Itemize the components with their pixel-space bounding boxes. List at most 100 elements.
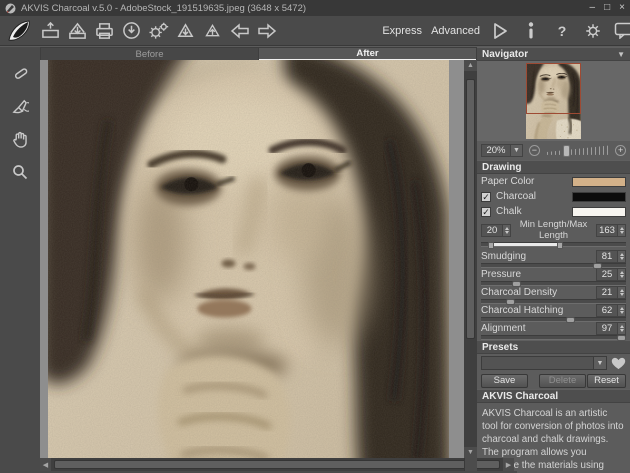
spinner-arrows-icon[interactable] bbox=[617, 251, 625, 262]
delete-button[interactable]: Delete bbox=[539, 374, 586, 388]
alignment-label: Alignment bbox=[481, 323, 525, 334]
smudging-slider-thumb[interactable] bbox=[593, 263, 602, 269]
navigator-header: Navigator ▼ bbox=[477, 47, 630, 61]
min-length-thumb[interactable] bbox=[488, 242, 494, 249]
chalk-color-swatch[interactable] bbox=[572, 207, 626, 217]
smudging-control: Smudging 81 bbox=[477, 250, 630, 268]
save-image-icon[interactable] bbox=[64, 19, 91, 43]
alignment-slider[interactable] bbox=[481, 335, 626, 340]
express-mode-link[interactable]: Express bbox=[382, 25, 422, 37]
smudging-spinner[interactable]: 81 bbox=[596, 250, 626, 263]
hand-tool-icon[interactable] bbox=[7, 127, 33, 151]
tools-sidebar bbox=[0, 47, 40, 473]
feedback-icon[interactable] bbox=[613, 19, 630, 43]
chalk-checkbox[interactable] bbox=[481, 207, 491, 217]
akvis-pencil-logo bbox=[3, 17, 35, 45]
vertical-scrollbar[interactable]: ▲ ▼ bbox=[464, 60, 477, 458]
redo-icon[interactable] bbox=[253, 19, 280, 43]
paper-color-swatch[interactable] bbox=[572, 177, 626, 187]
charcoal-hatching-control: Charcoal Hatching 62 bbox=[477, 304, 630, 322]
length-label: Min Length/Max Length bbox=[513, 219, 594, 241]
scroll-left-icon[interactable]: ◀ bbox=[40, 458, 51, 471]
image-canvas[interactable] bbox=[40, 60, 464, 458]
pressure-spinner[interactable]: 25 bbox=[596, 268, 626, 281]
chalk-row: Chalk bbox=[477, 204, 630, 219]
post-image-icon[interactable] bbox=[118, 19, 145, 43]
spinner-arrows-icon[interactable] bbox=[617, 305, 625, 316]
max-length-thumb[interactable] bbox=[557, 242, 563, 249]
favorite-heart-icon[interactable] bbox=[610, 356, 626, 370]
scrollbar-corner bbox=[464, 458, 477, 471]
scroll-right-icon[interactable]: ▶ bbox=[503, 458, 514, 471]
alignment-spinner[interactable]: 97 bbox=[596, 322, 626, 335]
charcoal-color-swatch[interactable] bbox=[572, 192, 626, 202]
charcoal-density-slider-thumb[interactable] bbox=[506, 299, 515, 305]
paper-color-label: Paper Color bbox=[481, 176, 534, 187]
pressure-slider-thumb[interactable] bbox=[512, 281, 521, 287]
preferences-gear-icon[interactable] bbox=[582, 19, 604, 43]
spinner-arrows-icon[interactable] bbox=[617, 225, 625, 236]
navigator-preview bbox=[477, 61, 630, 141]
charcoal-hatching-spinner[interactable]: 62 bbox=[596, 304, 626, 317]
smudging-slider[interactable] bbox=[481, 263, 626, 268]
run-icon[interactable] bbox=[489, 19, 511, 43]
reset-button[interactable]: Reset bbox=[587, 374, 626, 388]
charcoal-density-label: Charcoal Density bbox=[481, 287, 557, 298]
tab-after[interactable]: After bbox=[259, 48, 476, 60]
history-brush-icon[interactable] bbox=[7, 94, 33, 118]
share-image-icon[interactable] bbox=[172, 19, 199, 43]
pressure-slider[interactable] bbox=[481, 281, 626, 286]
spinner-arrows-icon[interactable] bbox=[617, 323, 625, 334]
alignment-slider-thumb[interactable] bbox=[617, 335, 626, 341]
zoom-slider-thumb[interactable] bbox=[563, 145, 570, 157]
info-icon[interactable] bbox=[520, 19, 542, 43]
preset-select[interactable]: ▼ bbox=[481, 356, 607, 370]
charcoal-density-spinner[interactable]: 21 bbox=[596, 286, 626, 299]
max-length-spinner[interactable]: 163 bbox=[596, 224, 626, 237]
publish-image-icon[interactable] bbox=[199, 19, 226, 43]
horizontal-scrollbar[interactable]: ◀ ▶ bbox=[40, 458, 514, 471]
save-button[interactable]: Save bbox=[481, 374, 528, 388]
close-button[interactable]: × bbox=[619, 1, 625, 15]
help-icon[interactable]: ? bbox=[551, 19, 573, 43]
charcoal-hatching-slider-thumb[interactable] bbox=[566, 317, 575, 323]
charcoal-density-slider[interactable] bbox=[481, 299, 626, 304]
charcoal-row: Charcoal bbox=[477, 189, 630, 204]
chalk-label: Chalk bbox=[496, 206, 522, 217]
open-image-icon[interactable] bbox=[37, 19, 64, 43]
charcoal-tool-icon[interactable] bbox=[7, 61, 33, 85]
spinner-arrows-icon[interactable] bbox=[502, 225, 510, 236]
scroll-up-icon[interactable]: ▲ bbox=[464, 60, 477, 71]
zoom-slider[interactable] bbox=[547, 145, 609, 157]
scroll-down-icon[interactable]: ▼ bbox=[464, 447, 477, 458]
length-range-slider[interactable] bbox=[477, 241, 630, 250]
navigator-view-rectangle[interactable] bbox=[526, 63, 581, 114]
tab-before[interactable]: Before bbox=[41, 48, 258, 60]
navigator-collapse-icon[interactable]: ▼ bbox=[617, 50, 625, 59]
main-toolbar: Express Advanced ? bbox=[0, 16, 630, 46]
preset-row: ▼ bbox=[477, 354, 630, 372]
charcoal-label: Charcoal bbox=[496, 191, 536, 202]
horizontal-scroll-thumb[interactable] bbox=[54, 460, 500, 469]
batch-processing-icon[interactable] bbox=[145, 19, 172, 43]
charcoal-checkbox[interactable] bbox=[481, 192, 491, 202]
spinner-arrows-icon[interactable] bbox=[617, 287, 625, 298]
zoom-out-button[interactable]: − bbox=[529, 145, 540, 156]
charcoal-hatching-slider[interactable] bbox=[481, 317, 626, 322]
window-title: AKVIS Charcoal v.5.0 - AdobeStock_191519… bbox=[21, 3, 585, 14]
pressure-control: Pressure 25 bbox=[477, 268, 630, 286]
zoom-dropdown-icon[interactable]: ▼ bbox=[510, 145, 522, 156]
minimize-button[interactable]: – bbox=[590, 1, 596, 15]
zoom-in-button[interactable]: + bbox=[615, 145, 626, 156]
vertical-scroll-thumb[interactable] bbox=[466, 79, 475, 339]
image-view-area: Before After ▲ ▼ ◀ ▶ bbox=[40, 47, 477, 473]
zoom-select[interactable]: 20% ▼ bbox=[481, 144, 523, 157]
undo-icon[interactable] bbox=[226, 19, 253, 43]
print-icon[interactable] bbox=[91, 19, 118, 43]
preset-dropdown-icon[interactable]: ▼ bbox=[593, 357, 606, 369]
zoom-tool-icon[interactable] bbox=[7, 160, 33, 184]
advanced-mode-link[interactable]: Advanced bbox=[431, 25, 480, 37]
spinner-arrows-icon[interactable] bbox=[617, 269, 625, 280]
maximize-button[interactable]: □ bbox=[604, 1, 610, 15]
min-length-spinner[interactable]: 20 bbox=[481, 224, 511, 237]
